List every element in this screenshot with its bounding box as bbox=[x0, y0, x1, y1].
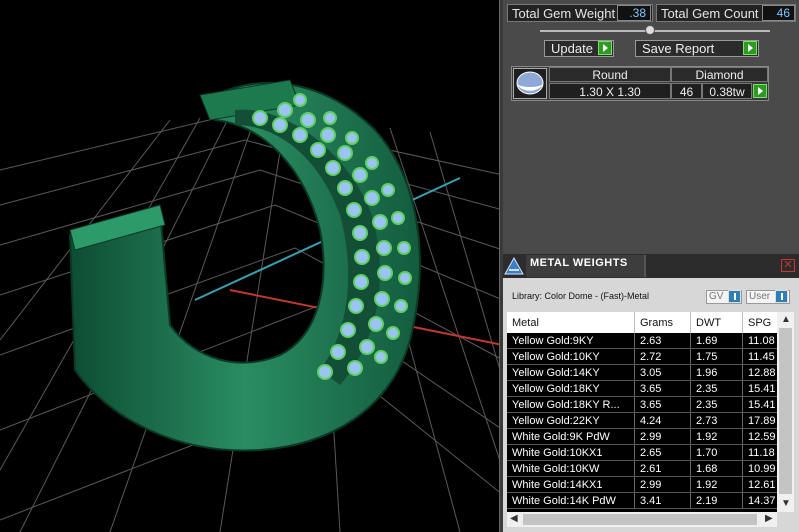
cell-spg: 12.59 bbox=[743, 429, 777, 444]
ring-model bbox=[68, 79, 421, 452]
cell-grams: 3.65 bbox=[635, 397, 691, 412]
table-row[interactable]: White Gold:9K PdW 2.99 1.92 12.59 bbox=[507, 429, 777, 445]
table-row[interactable]: Yellow Gold:18KY 3.65 2.35 15.41 bbox=[507, 381, 777, 397]
cell-dwt: 2.35 bbox=[691, 381, 743, 396]
cell-spg: 12.61 bbox=[743, 477, 777, 492]
cell-dwt: 1.96 bbox=[691, 365, 743, 380]
total-gem-weight-value: .38 bbox=[617, 5, 651, 21]
gem-go-icon[interactable] bbox=[753, 84, 767, 98]
cell-dwt: 1.75 bbox=[691, 349, 743, 364]
cell-metal: Yellow Gold:14KY bbox=[507, 365, 635, 380]
horizontal-scrollbar[interactable]: ◀ ▶ bbox=[507, 512, 777, 527]
cell-grams: 2.63 bbox=[635, 333, 691, 348]
cell-dwt: 1.68 bbox=[691, 461, 743, 476]
column-header-grams[interactable]: Grams bbox=[635, 312, 691, 333]
cell-metal: White Gold:14KX1 bbox=[507, 477, 635, 492]
scroll-right-icon[interactable]: ▶ bbox=[765, 513, 773, 524]
table-row[interactable]: Yellow Gold:18KY R... 3.65 2.35 15.41 bbox=[507, 397, 777, 413]
table-row[interactable]: White Gold:14KX1 2.99 1.92 12.61 bbox=[507, 477, 777, 493]
table-row[interactable]: Yellow Gold:9KY 2.63 1.69 11.08 bbox=[507, 333, 777, 349]
cell-metal: Yellow Gold:9KY bbox=[507, 333, 635, 348]
user-label: User bbox=[749, 291, 771, 302]
cell-metal: Yellow Gold:18KY R... bbox=[507, 397, 635, 412]
cell-grams: 3.05 bbox=[635, 365, 691, 380]
scroll-up-icon[interactable]: ▲ bbox=[781, 314, 791, 325]
gem-count: 46 bbox=[671, 83, 702, 99]
round-gem-icon[interactable] bbox=[513, 68, 547, 99]
table-row[interactable]: Yellow Gold:10KY 2.72 1.75 11.45 bbox=[507, 349, 777, 365]
cell-grams: 2.61 bbox=[635, 461, 691, 476]
cell-spg: 17.89 bbox=[743, 413, 777, 428]
cell-spg: 11.08 bbox=[743, 333, 777, 348]
table-row[interactable]: White Gold:10KW 2.61 1.68 10.99 bbox=[507, 461, 777, 477]
cell-grams: 3.41 bbox=[635, 493, 691, 508]
save-report-label: Save Report bbox=[642, 41, 715, 56]
cell-spg: 14.37 bbox=[743, 493, 777, 508]
cell-spg: 15.41 bbox=[743, 381, 777, 396]
cell-grams: 2.72 bbox=[635, 349, 691, 364]
cell-grams: 2.99 bbox=[635, 477, 691, 492]
cell-metal: White Gold:10KW bbox=[507, 461, 635, 476]
cell-metal: White Gold:9K PdW bbox=[507, 429, 635, 444]
gem-cut: Round bbox=[549, 67, 671, 82]
user-info-icon[interactable] bbox=[775, 290, 788, 303]
app-logo-icon bbox=[503, 254, 525, 278]
gem-size: 1.30 X 1.30 bbox=[549, 83, 671, 99]
gem-weight: 0.38tw bbox=[702, 83, 752, 99]
cell-grams: 3.65 bbox=[635, 381, 691, 396]
horizontal-scroll-thumb[interactable] bbox=[523, 514, 757, 525]
save-report-go-icon[interactable] bbox=[743, 41, 757, 55]
cell-dwt: 2.19 bbox=[691, 493, 743, 508]
cell-spg: 12.88 bbox=[743, 365, 777, 380]
update-label: Update bbox=[551, 41, 593, 56]
table-row[interactable]: White Gold:14K PdW 3.41 2.19 14.37 bbox=[507, 493, 777, 509]
cell-dwt: 1.92 bbox=[691, 429, 743, 444]
table-header: Metal Grams DWT SPG bbox=[507, 312, 777, 333]
cell-metal: White Gold:14K PdW bbox=[507, 493, 635, 508]
scroll-left-icon[interactable]: ◀ bbox=[510, 513, 518, 524]
cell-spg: 10.99 bbox=[743, 461, 777, 476]
column-header-spg[interactable]: SPG bbox=[743, 312, 777, 333]
cell-dwt: 1.70 bbox=[691, 445, 743, 460]
cell-dwt: 1.92 bbox=[691, 477, 743, 492]
cell-spg: 15.41 bbox=[743, 397, 777, 412]
update-go-icon[interactable] bbox=[598, 41, 612, 55]
table-row[interactable]: White Gold:10KX1 2.65 1.70 11.18 bbox=[507, 445, 777, 461]
cell-spg: 11.18 bbox=[743, 445, 777, 460]
3d-viewport[interactable] bbox=[0, 0, 503, 532]
cell-spg: 11.45 bbox=[743, 349, 777, 364]
gv-info-icon[interactable] bbox=[728, 290, 741, 303]
library-label: Library: Color Dome - (Fast)-Metal bbox=[512, 291, 650, 301]
cell-metal: Yellow Gold:10KY bbox=[507, 349, 635, 364]
close-icon[interactable]: ✕ bbox=[781, 259, 795, 272]
scroll-down-icon[interactable]: ▼ bbox=[781, 498, 791, 509]
total-gem-count-value: 46 bbox=[762, 5, 795, 21]
save-report-button[interactable]: Save Report bbox=[635, 40, 759, 57]
cell-grams: 2.65 bbox=[635, 445, 691, 460]
cell-grams: 4.24 bbox=[635, 413, 691, 428]
cell-metal: Yellow Gold:18KY bbox=[507, 381, 635, 396]
column-header-dwt[interactable]: DWT bbox=[691, 312, 743, 333]
ring-model-scene bbox=[0, 79, 503, 532]
gem-stone: Diamond bbox=[671, 67, 768, 82]
cell-metal: Yellow Gold:22KY bbox=[507, 413, 635, 428]
cell-dwt: 2.35 bbox=[691, 397, 743, 412]
table-row[interactable]: Yellow Gold:22KY 4.24 2.73 17.89 bbox=[507, 413, 777, 429]
cell-dwt: 1.69 bbox=[691, 333, 743, 348]
cell-dwt: 2.73 bbox=[691, 413, 743, 428]
cell-metal: White Gold:10KX1 bbox=[507, 445, 635, 460]
table-row[interactable]: Yellow Gold:14KY 3.05 1.96 12.88 bbox=[507, 365, 777, 381]
column-header-metal[interactable]: Metal bbox=[507, 312, 635, 333]
slider-track[interactable] bbox=[540, 30, 770, 32]
vertical-scrollbar[interactable]: ▲ ▼ bbox=[777, 312, 794, 512]
metal-weights-title: METAL WEIGHTS bbox=[526, 255, 646, 277]
gv-label: GV bbox=[709, 291, 724, 302]
cell-grams: 2.99 bbox=[635, 429, 691, 444]
metal-weights-table: Metal Grams DWT SPG Yellow Gold:9KY 2.63 1… bbox=[507, 312, 777, 512]
vertical-scroll-thumb[interactable] bbox=[779, 328, 792, 494]
